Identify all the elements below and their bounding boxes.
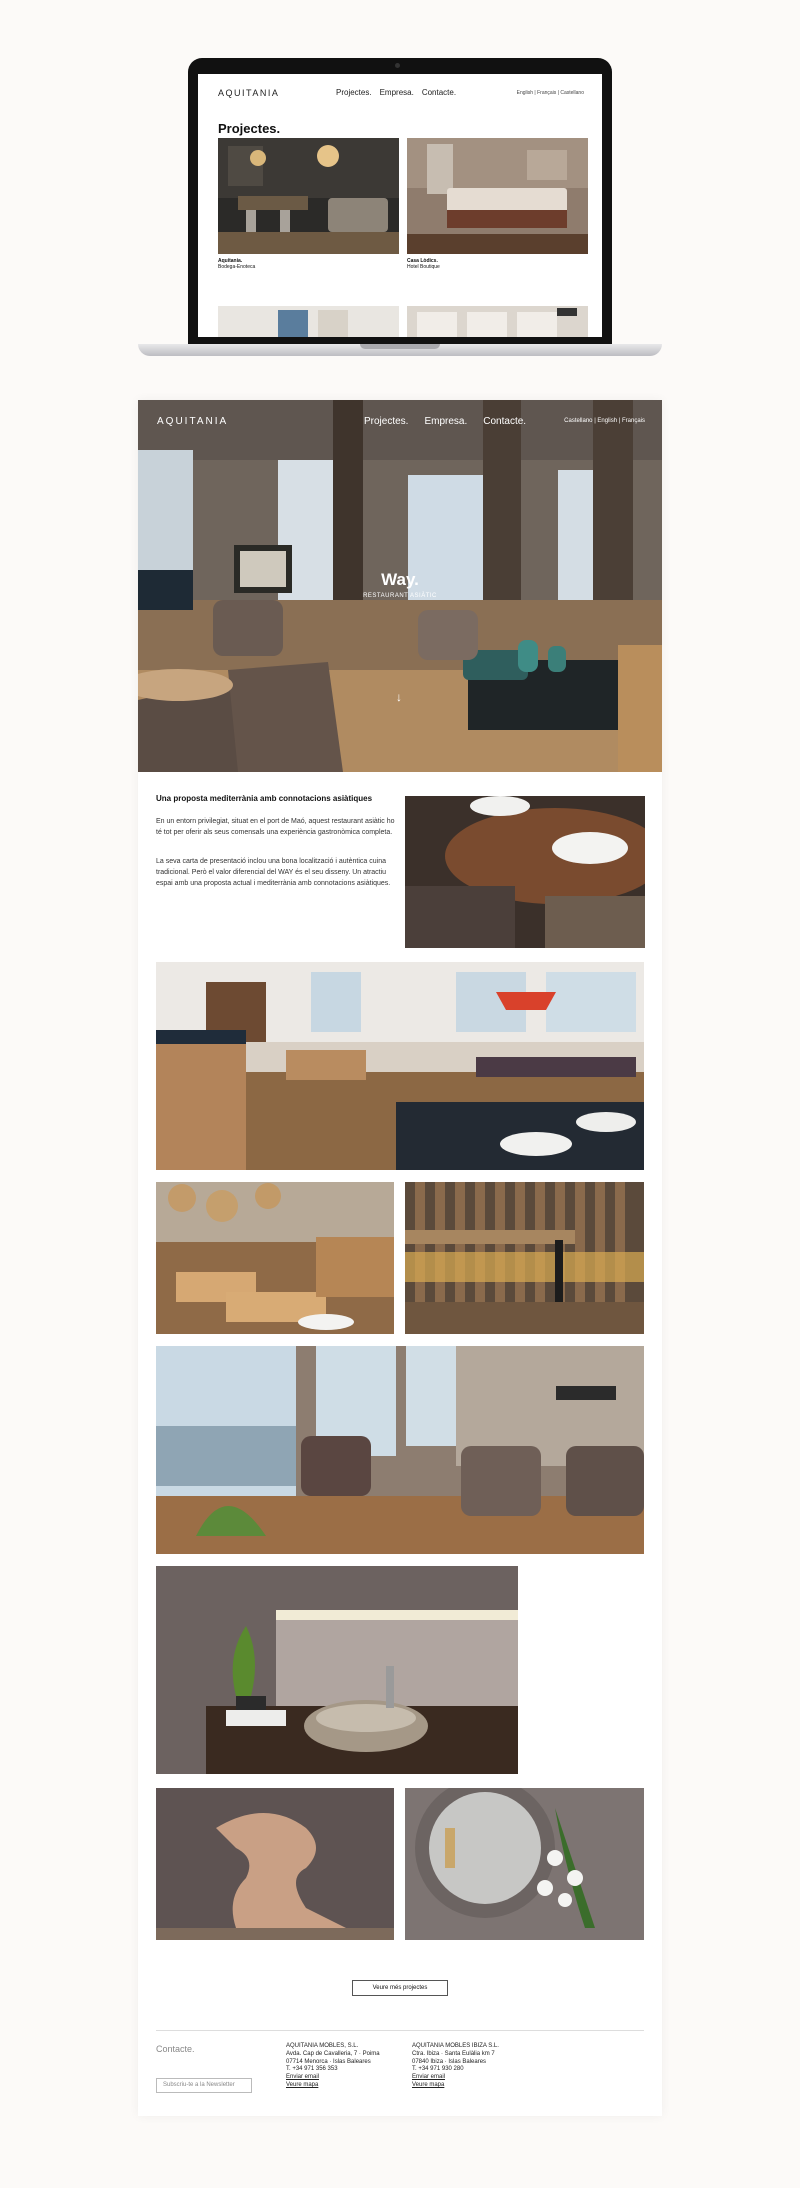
footer-office-menorca: AQUITANIA MOBLES, S.L. Avda. Cap de Cava… <box>286 2043 380 2090</box>
screen-project-photo-4[interactable] <box>407 306 588 337</box>
office-address-line2: 07840 Ibiza · Islas Baleares <box>412 2058 487 2065</box>
nav-projectes[interactable]: Projectes. <box>364 416 408 427</box>
office-phone: T. +34 971 356 353 <box>286 2066 338 2073</box>
intro-heading: Una proposta mediterrània amb connotacio… <box>156 794 373 803</box>
view-map-link[interactable]: Veure mapa <box>412 2082 499 2090</box>
intro-paragraph-1: En un entorn privilegiat, situat en el p… <box>156 818 395 836</box>
screen-project-caption-aquitania: Aquitania. Bodega-Enoteca <box>218 258 255 270</box>
screen-logo[interactable]: AQUITANIA <box>218 88 279 98</box>
photo-washbasin <box>156 1566 518 1774</box>
screen-project-caption-casa-lodics: Casa Lòdics. Hotel Boutique <box>407 258 440 270</box>
more-projects-button[interactable]: Veure més projectes <box>352 1980 448 1996</box>
newsletter-input[interactable]: Subscriu-te a la Newsletter <box>156 2078 252 2093</box>
screen-project-photo-3[interactable] <box>218 306 399 337</box>
photo-mirror-orchid <box>405 1788 644 1940</box>
screen-nav-projectes[interactable]: Projectes. <box>336 88 372 97</box>
laptop-lid: AQUITANIA Projectes. Empresa. Contacte. … <box>188 58 612 350</box>
screen-project-photo-casa-lodics[interactable] <box>407 138 588 254</box>
screen-nav: Projectes. Empresa. Contacte. <box>336 88 456 97</box>
arrow-down-icon[interactable]: ↓ <box>396 690 402 704</box>
screen-project-type: Hotel Boutique <box>407 264 440 270</box>
photo-dining-room <box>156 962 644 1170</box>
laptop-screen: AQUITANIA Projectes. Empresa. Contacte. … <box>198 74 602 337</box>
screen-project-photo-aquitania[interactable] <box>218 138 399 254</box>
screen-page-title: Projectes. <box>218 121 281 136</box>
footer-contact-heading: Contacte. <box>156 2044 195 2054</box>
office-address-line2: 07714 Menorca · Islas Baleares <box>286 2058 371 2065</box>
intro-paragraph-2: La seva carta de presentació inclou una … <box>156 858 391 887</box>
laptop-notch <box>360 344 440 349</box>
hero-title: Way. <box>381 570 419 589</box>
screen-nav-contacte[interactable]: Contacte. <box>422 88 456 97</box>
footer-office-ibiza: AQUITANIA MOBLES IBIZA S.L. Ctra. Ibiza … <box>412 2043 499 2090</box>
footer-divider <box>156 2030 644 2031</box>
screen-project-type: Bodega-Enoteca <box>218 264 256 270</box>
hero-image: AQUITANIA Projectes. Empresa. Contacte. … <box>138 400 662 772</box>
project-page: AQUITANIA Projectes. Empresa. Contacte. … <box>138 400 662 2116</box>
language-switcher[interactable]: Castellano | English | Français <box>564 418 645 424</box>
nav-empresa[interactable]: Empresa. <box>424 416 467 427</box>
photo-lounge-marina-view <box>156 1346 644 1554</box>
site-logo[interactable]: AQUITANIA <box>157 416 228 427</box>
hero-subtitle: RESTAURANT ASIÀTIC <box>363 593 437 599</box>
photo-carved-sculpture <box>156 1788 394 1940</box>
office-company: AQUITANIA MOBLES IBIZA S.L. <box>412 2043 499 2049</box>
office-address-line1: Ctra. Ibiza · Santa Eulàlia km 7 <box>412 2050 495 2057</box>
screen-nav-empresa[interactable]: Empresa. <box>380 88 414 97</box>
office-address-line1: Avda. Cap de Cavalleria, 7 · Poima <box>286 2050 380 2057</box>
photo-wood-slats <box>405 1182 644 1334</box>
photo-table-setting <box>405 796 645 948</box>
send-email-link[interactable]: Enviar email <box>286 2074 380 2082</box>
camera-dot <box>395 63 400 68</box>
screen-language-switcher[interactable]: English | Français | Castellano <box>517 90 584 96</box>
main-nav: Projectes. Empresa. Contacte. <box>364 416 526 427</box>
view-map-link[interactable]: Veure mapa <box>286 2082 380 2090</box>
office-company: AQUITANIA MOBLES, S.L. <box>286 2043 359 2049</box>
nav-contacte[interactable]: Contacte. <box>483 416 526 427</box>
office-phone: T. +34 971 930 280 <box>412 2066 464 2073</box>
send-email-link[interactable]: Enviar email <box>412 2074 499 2082</box>
photo-wood-chairs <box>156 1182 394 1334</box>
